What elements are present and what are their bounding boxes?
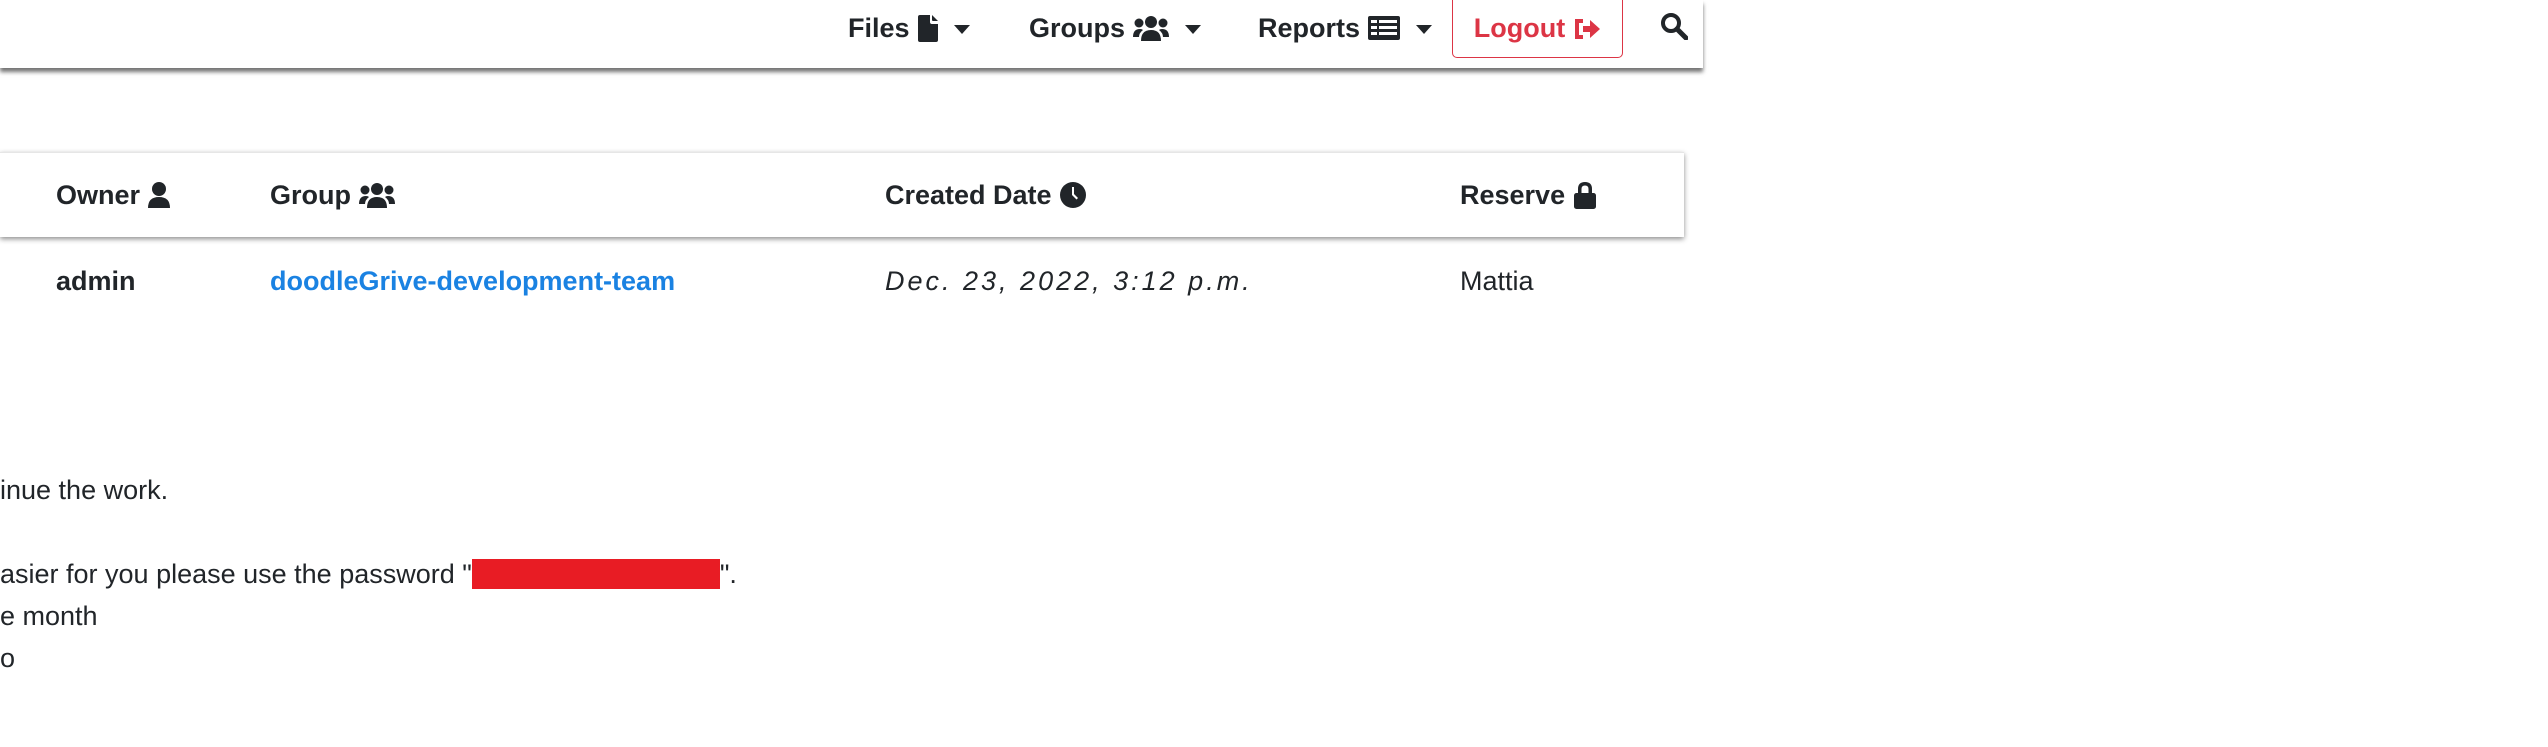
- column-header-owner[interactable]: Owner: [56, 153, 171, 237]
- message-line-2-after: ".: [719, 559, 737, 589]
- chevron-down-icon: [1185, 24, 1202, 34]
- nav-files-dropdown[interactable]: Files: [848, 0, 970, 56]
- message-line-3: e month: [0, 601, 98, 631]
- file-icon: [917, 14, 938, 42]
- top-navbar: Files Groups Reports Logout: [0, 0, 1703, 68]
- table-header: Owner Group Created Date Reserve: [0, 152, 1684, 237]
- message-line-1: inue the work.: [0, 475, 169, 505]
- column-header-reserve[interactable]: Reserve: [1460, 153, 1597, 237]
- nav-reports-dropdown[interactable]: Reports: [1258, 0, 1433, 56]
- nav-groups-dropdown[interactable]: Groups: [1029, 0, 1202, 56]
- cell-owner: admin: [56, 266, 136, 296]
- owner-header-label: Owner: [56, 179, 141, 210]
- reserve-header-label: Reserve: [1460, 179, 1566, 210]
- report-icon: [1368, 16, 1401, 40]
- user-icon: [148, 182, 171, 208]
- message-line-4: o: [0, 643, 16, 673]
- search-icon: [1660, 12, 1689, 45]
- cell-group-link[interactable]: doodleGrive-development-team: [270, 262, 675, 300]
- chevron-down-icon: [953, 24, 970, 34]
- nav-groups-label: Groups: [1029, 12, 1126, 43]
- clock-icon: [1059, 182, 1086, 208]
- users-icon: [359, 182, 395, 208]
- message-line-2: asier for you please use the password " "…: [0, 555, 737, 593]
- cell-reserve: Mattia: [1460, 266, 1534, 296]
- column-header-group[interactable]: Group: [270, 153, 395, 237]
- logout-icon: [1573, 17, 1601, 41]
- cell-created-date: Dec. 23, 2022, 3:12 p.m.: [885, 266, 1253, 296]
- users-icon: [1133, 15, 1170, 41]
- lock-icon: [1573, 181, 1597, 209]
- password-redaction: [471, 559, 720, 589]
- group-header-label: Group: [270, 179, 351, 210]
- chevron-down-icon: [1416, 24, 1433, 34]
- page: Files Groups Reports Logout Owner Group …: [0, 0, 2548, 747]
- search-button[interactable]: [1658, 12, 1690, 44]
- column-header-created-date[interactable]: Created Date: [885, 153, 1086, 237]
- nav-files-label: Files: [848, 12, 910, 43]
- nav-reports-label: Reports: [1258, 12, 1361, 43]
- logout-label: Logout: [1473, 13, 1566, 43]
- created-date-header-label: Created Date: [885, 179, 1052, 210]
- message-line-2-before: asier for you please use the password ": [0, 559, 472, 589]
- logout-button[interactable]: Logout: [1452, 0, 1623, 58]
